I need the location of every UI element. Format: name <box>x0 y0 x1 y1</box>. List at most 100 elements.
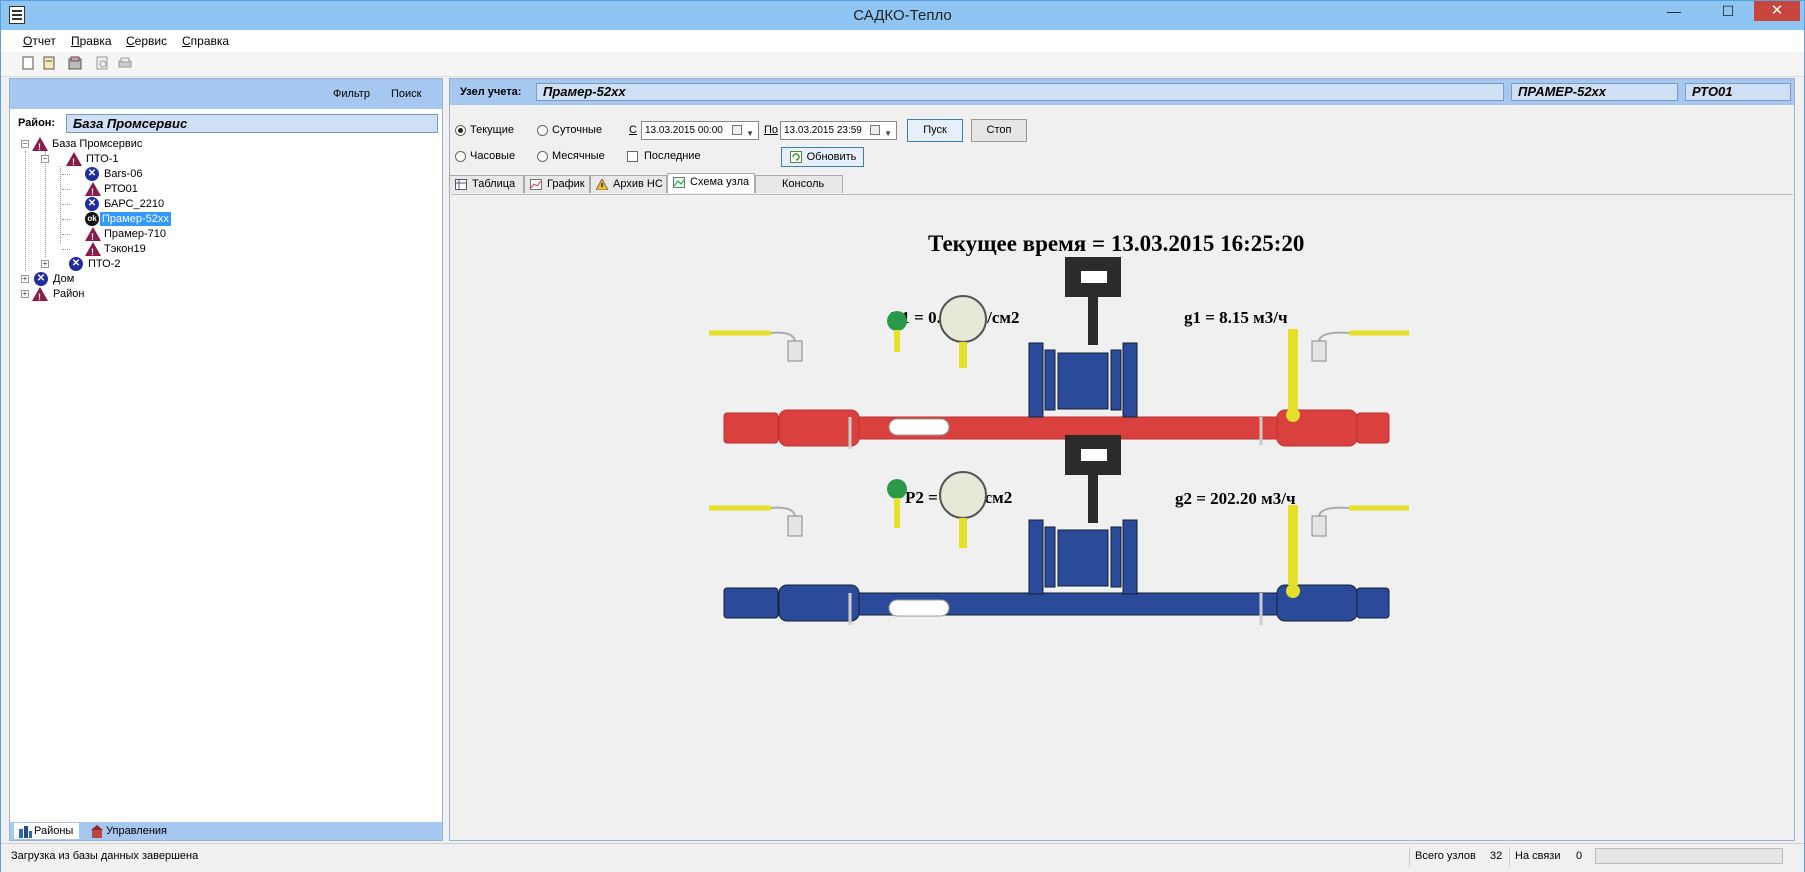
supply-flow-meter-stem <box>1088 297 1098 345</box>
left-panel: Фильтр Поиск Район: База Промсервис − Ба… <box>9 78 443 841</box>
warning-icon <box>85 227 101 244</box>
toolbar <box>1 52 1804 77</box>
search-button[interactable]: Поиск <box>391 88 421 100</box>
return-gauge-small <box>887 479 907 499</box>
radio-daily[interactable]: Суточные <box>537 123 602 137</box>
chart-icon <box>530 179 542 190</box>
tree-expand-pto2[interactable]: + <box>41 260 49 268</box>
return-pipe-end-left <box>723 587 779 619</box>
last-checkbox[interactable]: Последние <box>627 149 701 163</box>
menu-report[interactable]: Отчет <box>23 34 56 48</box>
ok-icon: ok <box>85 212 99 226</box>
return-valve-stem-left <box>770 506 796 517</box>
last-checkbox-box <box>627 150 638 162</box>
uzel-label: Узел учета: <box>460 86 522 98</box>
close-button[interactable]: ✕ <box>1754 1 1800 21</box>
tab-scheme[interactable]: Схема узла <box>667 173 755 193</box>
refresh-button[interactable]: Обновить <box>781 147 864 167</box>
print-preview-icon[interactable] <box>95 56 109 70</box>
print-icon[interactable] <box>118 56 132 70</box>
supply-filter-cap <box>1286 408 1300 422</box>
building-icon <box>91 825 103 838</box>
supply-gauge-stem-small <box>894 330 900 352</box>
raion-label: Район: <box>18 117 56 129</box>
tree-expand-dom[interactable]: + <box>21 275 29 283</box>
supply-gauge-small <box>887 311 907 331</box>
tab-archive[interactable]: Архив НС <box>590 175 667 193</box>
return-pipe-fitting-left <box>778 584 860 622</box>
buildings-icon <box>19 826 32 838</box>
chevron-down-icon[interactable]: ▼ <box>746 125 754 142</box>
from-date-input[interactable]: 13.03.2015 00:00 ▼ <box>641 121 759 140</box>
start-button[interactable]: Пуск <box>907 119 963 142</box>
return-pipeline <box>709 435 1409 625</box>
supply-gauge-stem <box>959 342 967 368</box>
return-pressure-gauge <box>939 471 987 519</box>
object-tree: − База Промсервис − ПТО-1 ✕ Bars-06 РТО0… <box>10 137 442 737</box>
tab-console[interactable]: Консоль НС <box>755 175 843 207</box>
warning-icon <box>596 179 608 190</box>
return-flange-3 <box>1110 526 1122 588</box>
warning-icon <box>85 182 101 199</box>
properties-icon[interactable] <box>68 56 82 70</box>
online-label: На связи <box>1515 850 1561 862</box>
filter-button[interactable]: Фильтр <box>333 88 370 100</box>
return-gauge-stem-small <box>894 498 900 528</box>
menu-help[interactable]: Справка <box>182 34 229 48</box>
refresh-icon <box>790 151 802 163</box>
calendar-icon[interactable] <box>732 125 742 135</box>
supply-filter <box>1288 329 1298 409</box>
return-flow-meter-body <box>1057 529 1109 587</box>
supply-pipe-fitting-left <box>778 409 860 447</box>
supply-flange-2 <box>1044 349 1056 411</box>
supply-sight-glass <box>888 418 950 436</box>
new-document-icon[interactable] <box>21 56 35 70</box>
menu-edit[interactable]: Правка <box>71 34 112 48</box>
tree-collapse-root[interactable]: − <box>21 140 29 148</box>
calendar-icon[interactable] <box>870 125 880 135</box>
return-flange-4 <box>1122 519 1138 595</box>
chevron-down-icon[interactable]: ▼ <box>884 125 892 142</box>
raion-value: База Промсервис <box>66 114 438 133</box>
radio-monthly[interactable]: Месячные <box>537 149 605 163</box>
supply-pipeline <box>709 257 1409 449</box>
supply-valve-body-left <box>787 340 803 362</box>
stop-button[interactable]: Стоп <box>971 119 1027 142</box>
to-date-input[interactable]: 13.03.2015 23:59 ▼ <box>780 121 897 140</box>
supply-valve-stem-left <box>770 331 796 342</box>
tab-table[interactable]: Таблица <box>449 175 524 193</box>
title-bar: САДКО-Тепло — ☐ ✕ <box>1 1 1804 30</box>
error-icon: ✕ <box>69 257 83 271</box>
progress-bar <box>1595 848 1783 864</box>
status-message: Загрузка из базы данных завершена <box>11 850 199 862</box>
document-icon[interactable] <box>42 56 56 70</box>
table-icon <box>455 179 467 190</box>
return-filter-cap <box>1286 584 1300 598</box>
error-icon: ✕ <box>85 197 99 211</box>
return-filter <box>1288 505 1298 585</box>
radio-current-indicator <box>455 124 466 136</box>
uzel-pto: РТО01 <box>1685 83 1791 101</box>
status-bar: Загрузка из базы данных завершена Всего … <box>1 843 1804 872</box>
to-label: По <box>764 124 779 136</box>
supply-valve-stem-right <box>1318 331 1350 342</box>
tree-collapse-pto1[interactable]: − <box>41 155 49 163</box>
tab-chart[interactable]: График <box>524 175 590 193</box>
tab-raions[interactable]: Районы <box>14 823 80 839</box>
maximize-button[interactable]: ☐ <box>1708 1 1748 21</box>
total-nodes-value: 32 <box>1490 850 1503 862</box>
online-value: 0 <box>1576 850 1583 862</box>
supply-flow-meter-body <box>1057 352 1109 410</box>
tab-management[interactable]: Управления <box>86 823 173 839</box>
radio-hourly[interactable]: Часовые <box>455 149 515 163</box>
menu-service[interactable]: Сервис <box>126 34 167 48</box>
error-icon: ✕ <box>85 167 99 181</box>
minimize-button[interactable]: — <box>1654 1 1694 21</box>
return-pipe-end-right <box>1356 587 1390 619</box>
return-valve-stem-right <box>1318 506 1350 517</box>
warning-icon <box>85 242 101 259</box>
main-window: САДКО-Тепло — ☐ ✕ Отчет Правка Сервис Сп… <box>0 0 1805 872</box>
tree-expand-raion[interactable]: + <box>21 290 29 298</box>
radio-current[interactable]: Текущие <box>455 123 514 137</box>
warning-icon <box>66 152 82 169</box>
